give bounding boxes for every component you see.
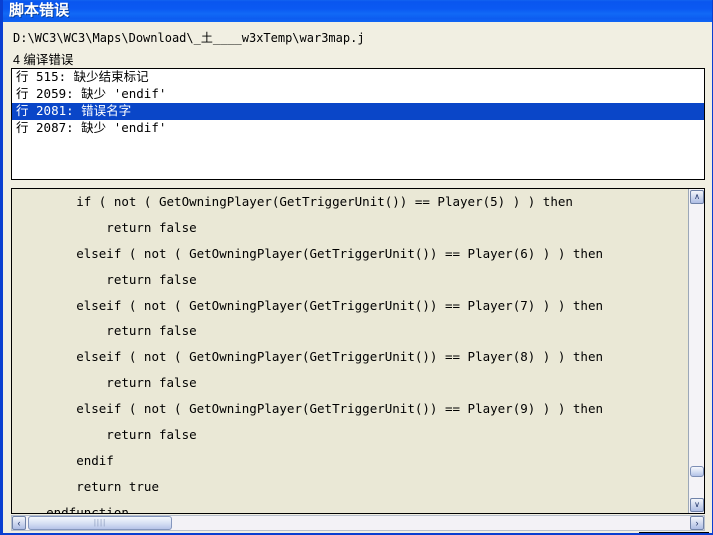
scroll-up-icon[interactable]: ∧ [690, 190, 704, 204]
code-lines-container: if ( not ( GetOwningPlayer(GetTriggerUni… [12, 189, 688, 513]
code-vertical-scrollbar[interactable]: ∧ ∨ [688, 189, 704, 513]
code-line[interactable]: return false [12, 318, 688, 344]
scroll-right-icon[interactable]: › [690, 516, 704, 530]
code-line[interactable]: elseif ( not ( GetOwningPlayer(GetTrigge… [12, 241, 688, 267]
code-line[interactable]: return false [12, 267, 688, 293]
code-line[interactable]: elseif ( not ( GetOwningPlayer(GetTrigge… [12, 344, 688, 370]
scroll-down-icon[interactable]: ∨ [690, 498, 704, 512]
dialog-client-area: D:\WC3\WC3\Maps\Download\_土____w3xTemp\w… [3, 22, 712, 533]
code-line[interactable]: elseif ( not ( GetOwningPlayer(GetTrigge… [12, 396, 688, 422]
title-bar[interactable]: 脚本错误 [3, 0, 712, 22]
code-line[interactable]: elseif ( not ( GetOwningPlayer(GetTrigge… [12, 293, 688, 319]
code-line[interactable]: return false [12, 370, 688, 396]
error-list-item[interactable]: 行 2059: 缺少 'endif' [12, 86, 704, 103]
code-view[interactable]: if ( not ( GetOwningPlayer(GetTriggerUni… [11, 188, 705, 514]
horizontal-scroll-thumb[interactable]: |||| [28, 516, 172, 530]
code-line[interactable]: return false [12, 422, 688, 448]
file-path-text: D:\WC3\WC3\Maps\Download\_土____w3xTemp\w… [13, 31, 365, 45]
code-line[interactable]: endif [12, 448, 688, 474]
scroll-thumb-grip-icon: |||| [93, 518, 107, 527]
horizontal-scrollbar[interactable]: ‹ |||| › [11, 515, 705, 531]
code-line[interactable]: return false [12, 215, 688, 241]
error-list-item[interactable]: 行 515: 缺少结束标记 [12, 69, 704, 86]
error-list[interactable]: 行 515: 缺少结束标记行 2059: 缺少 'endif' 行 2081: 错… [11, 68, 705, 180]
vertical-scroll-thumb[interactable] [690, 466, 704, 477]
error-list-item[interactable]: 行 2081: 错误名字 [12, 103, 704, 120]
scroll-left-icon[interactable]: ‹ [12, 516, 26, 530]
code-line[interactable]: if ( not ( GetOwningPlayer(GetTriggerUni… [12, 189, 688, 215]
error-count-text: 4 编译错误 [13, 53, 74, 67]
code-line[interactable]: return true [12, 474, 688, 500]
error-list-item[interactable]: 行 2087: 缺少 'endif' [12, 120, 704, 137]
code-line[interactable]: endfunction [12, 500, 688, 513]
script-error-dialog: 脚本错误 D:\WC3\WC3\Maps\Download\_土____w3xT… [0, 0, 713, 535]
window-title: 脚本错误 [9, 2, 70, 19]
